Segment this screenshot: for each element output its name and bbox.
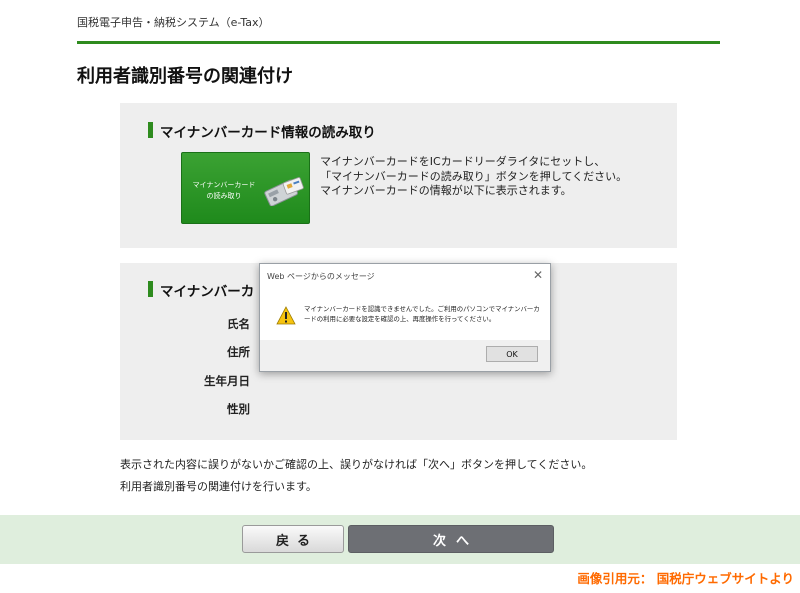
instruction-line: マイナンバーカードをICカードリーダライタにセットし、 bbox=[320, 155, 606, 168]
dialog-message-line: マイナンバーカードを認識できませんでした。ご利用のパソコンでマイナンバーカ bbox=[304, 305, 540, 313]
read-card-button-label: マイナンバーカード の読み取り bbox=[187, 180, 261, 202]
dialog-message-line: ードの利用に必要な設定を確認の上、再度操作を行ってください。 bbox=[304, 314, 496, 323]
image-credit: 画像引用元： 国税庁ウェブサイトより bbox=[577, 571, 794, 586]
card-read-instructions: マイナンバーカードをICカードリーダライタにセットし、 「マイナンバーカードの読… bbox=[320, 155, 627, 199]
dialog-title: Web ページからのメッセージ bbox=[267, 272, 375, 281]
name-label: 氏名 bbox=[227, 317, 250, 331]
card-read-heading: マイナンバーカード情報の読み取り bbox=[148, 121, 376, 141]
link-note: 利用者識別番号の関連付けを行います。 bbox=[120, 480, 317, 493]
header-divider bbox=[77, 41, 720, 44]
warning-icon bbox=[276, 306, 296, 325]
confirm-note: 表示された内容に誤りがないかご確認の上、誤りがなければ「次へ」ボタンを押してくだ… bbox=[120, 458, 593, 471]
read-card-button[interactable]: マイナンバーカード の読み取り bbox=[181, 152, 310, 224]
page-title: 利用者識別番号の関連付け bbox=[77, 66, 293, 87]
read-card-label-line1: マイナンバーカード bbox=[192, 181, 256, 189]
card-info-heading: マイナンバーカ bbox=[148, 280, 254, 300]
close-icon[interactable]: ✕ bbox=[530, 267, 546, 283]
dialog-message: マイナンバーカードを認識できませんでした。ご利用のパソコンでマイナンバーカ ード… bbox=[304, 305, 540, 324]
instruction-line: マイナンバーカードの情報が以下に表示されます。 bbox=[320, 184, 572, 197]
read-card-label-line2: の読み取り bbox=[206, 192, 242, 200]
back-button[interactable]: 戻る bbox=[242, 525, 344, 553]
dialog-footer: OK bbox=[260, 340, 550, 371]
message-dialog: Web ページからのメッセージ ✕ マイナンバーカードを認識できませんでした。ご… bbox=[259, 263, 551, 372]
next-button[interactable]: 次へ bbox=[348, 525, 554, 553]
instruction-line: 「マイナンバーカードの読み取り」ボタンを押してください。 bbox=[320, 169, 628, 183]
card-reader-icon bbox=[264, 177, 304, 206]
birthdate-label: 生年月日 bbox=[204, 374, 250, 388]
ok-button[interactable]: OK bbox=[486, 346, 538, 362]
gender-label: 性別 bbox=[227, 402, 250, 416]
system-name: 国税電子申告・納税システム（e-Tax） bbox=[77, 16, 270, 29]
card-read-panel: マイナンバーカード情報の読み取り マイナンバーカード の読み取り マイナンバーカ… bbox=[120, 103, 677, 248]
address-label: 住所 bbox=[227, 345, 250, 359]
